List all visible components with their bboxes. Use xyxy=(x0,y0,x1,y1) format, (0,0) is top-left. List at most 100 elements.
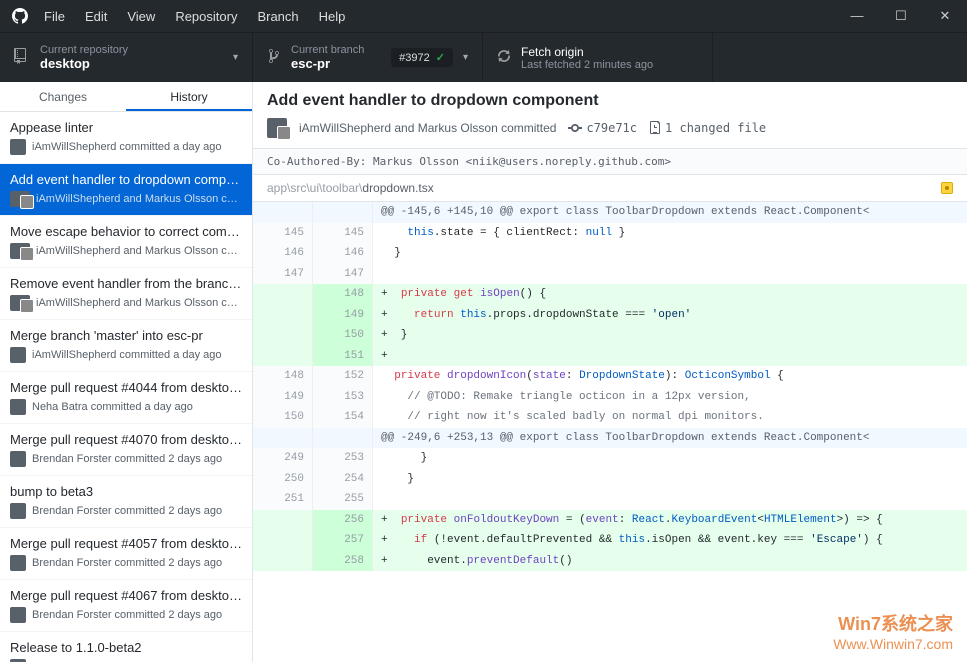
commit-item[interactable]: Merge pull request #4067 from desktop/… B… xyxy=(0,580,252,632)
avatar-icon xyxy=(10,139,26,155)
menu-item-branch[interactable]: Branch xyxy=(257,9,298,24)
diff-code: @@ -145,6 +145,10 @@ export class Toolba… xyxy=(373,202,967,223)
menu-item-view[interactable]: View xyxy=(127,9,155,24)
commit-item-title: Remove event handler from the branches… xyxy=(10,276,242,291)
commit-item[interactable]: Merge pull request #4044 from desktop/…N… xyxy=(0,372,252,424)
diff-code: @@ -249,6 +253,13 @@ export class Toolba… xyxy=(373,428,967,449)
commit-item[interactable]: bump to beta3Brendan Forster committed 2… xyxy=(0,476,252,528)
commit-item-byline: Brendan Forster committed 2 days ago xyxy=(32,609,222,621)
commit-item-title: Merge pull request #4057 from desktop/… xyxy=(10,536,242,551)
repo-selector[interactable]: Current repository desktop ▾ xyxy=(0,33,253,82)
gutter-old: 250 xyxy=(253,469,313,490)
tab-history[interactable]: History xyxy=(126,82,252,111)
diff-line: 258+ event.preventDefault() xyxy=(253,551,967,572)
gutter-new xyxy=(313,202,373,223)
gutter-old xyxy=(253,284,313,305)
commit-list[interactable]: Appease linter iAmWillShepherd committed … xyxy=(0,112,252,662)
avatar-icon xyxy=(10,607,26,623)
diff-line: 251255 xyxy=(253,489,967,510)
gutter-old: 150 xyxy=(253,407,313,428)
pr-number: #3972 xyxy=(399,52,430,64)
diff-line: 149+ return this.props.dropdownState ===… xyxy=(253,305,967,326)
avatar-icon xyxy=(10,399,26,415)
check-icon: ✓ xyxy=(436,51,445,64)
gutter-new: 152 xyxy=(313,366,373,387)
avatar-icon xyxy=(267,118,287,138)
commit-item-title: Appease linter xyxy=(10,120,242,135)
gutter-new: 148 xyxy=(313,284,373,305)
commit-item-byline: iAmWillShepherd committed a day ago xyxy=(32,141,222,153)
commit-item-title: Release to 1.1.0-beta2 xyxy=(10,640,242,655)
diff-code: } xyxy=(373,448,967,469)
titlebar: File Edit View Repository Branch Help — ☐ ✕ xyxy=(0,0,967,32)
diff-code: + if (!event.defaultPrevented && this.is… xyxy=(373,530,967,551)
gutter-old: 148 xyxy=(253,366,313,387)
pr-status-badge[interactable]: #3972 ✓ xyxy=(391,48,453,67)
commit-sha[interactable]: c79e71c xyxy=(568,120,637,136)
diff-line: 146146 } xyxy=(253,243,967,264)
menu-item-repository[interactable]: Repository xyxy=(175,9,237,24)
commit-item[interactable]: Add event handler to dropdown compon… iAm… xyxy=(0,164,252,216)
diff-code xyxy=(373,264,967,285)
diff-line: 249253 } xyxy=(253,448,967,469)
commit-item-byline: Brendan Forster committed 2 days ago xyxy=(32,453,222,465)
commit-item-byline: iAmWillShepherd and Markus Olsson co… xyxy=(36,193,242,205)
detail-header: Add event handler to dropdown component … xyxy=(253,82,967,149)
commit-item-title: Add event handler to dropdown compon… xyxy=(10,172,242,187)
fetch-button[interactable]: Fetch origin Last fetched 2 minutes ago xyxy=(483,33,713,82)
file-row[interactable]: app\src\ui\toolbar\dropdown.tsx xyxy=(253,175,967,202)
fetch-value: Last fetched 2 minutes ago xyxy=(521,59,698,71)
gutter-old: 149 xyxy=(253,387,313,408)
commit-item[interactable]: Merge pull request #4057 from desktop/…B… xyxy=(0,528,252,580)
diff-line: 256+ private onFoldoutKeyDown = (event: … xyxy=(253,510,967,531)
gutter-old xyxy=(253,551,313,572)
changed-files[interactable]: 1 changed file xyxy=(649,120,766,136)
window-close-button[interactable]: ✕ xyxy=(935,8,955,24)
diff-code: + private onFoldoutKeyDown = (event: Rea… xyxy=(373,510,967,531)
diff-line: 147147 xyxy=(253,264,967,285)
diff-code: } xyxy=(373,469,967,490)
commit-item[interactable]: Release to 1.1.0-beta2Neha Batra committ… xyxy=(0,632,252,662)
window-controls: — ☐ ✕ xyxy=(847,8,955,24)
diff-code: // right now it's scaled badly on normal… xyxy=(373,407,967,428)
tab-changes[interactable]: Changes xyxy=(0,82,126,111)
avatar-icon xyxy=(10,451,26,467)
avatar-icon xyxy=(10,243,30,259)
commit-item-title: Merge pull request #4044 from desktop/… xyxy=(10,380,242,395)
avatar-icon xyxy=(10,503,26,519)
gutter-new: 154 xyxy=(313,407,373,428)
gutter-old: 147 xyxy=(253,264,313,285)
diff-line: 150+ } xyxy=(253,325,967,346)
gutter-new: 253 xyxy=(313,448,373,469)
diff-code: + return this.props.dropdownState === 'o… xyxy=(373,305,967,326)
commit-item[interactable]: Remove event handler from the branches…i… xyxy=(0,268,252,320)
gutter-old xyxy=(253,346,313,367)
commit-item[interactable]: Move escape behavior to correct compo…iA… xyxy=(0,216,252,268)
commit-item-byline: iAmWillShepherd and Markus Olsson co… xyxy=(36,245,242,257)
repo-icon xyxy=(14,48,30,67)
changed-text: 1 changed file xyxy=(665,121,766,135)
gutter-new: 153 xyxy=(313,387,373,408)
diff-line: 250254 } xyxy=(253,469,967,490)
commit-item-byline: Brendan Forster committed 2 days ago xyxy=(32,505,222,517)
window-minimize-button[interactable]: — xyxy=(847,8,867,24)
diff-view[interactable]: @@ -145,6 +145,10 @@ export class Toolba… xyxy=(253,202,967,662)
chevron-down-icon: ▾ xyxy=(463,52,468,63)
commit-item-title: Merge pull request #4067 from desktop/… xyxy=(10,588,242,603)
window-maximize-button[interactable]: ☐ xyxy=(891,8,911,24)
file-path: app\src\ui\toolbar\dropdown.tsx xyxy=(267,181,933,195)
gutter-new: 147 xyxy=(313,264,373,285)
commit-item[interactable]: Appease linter iAmWillShepherd committed … xyxy=(0,112,252,164)
menu-item-file[interactable]: File xyxy=(44,9,65,24)
branch-selector[interactable]: Current branch esc-pr #3972 ✓ ▾ xyxy=(253,33,483,82)
diff-code: } xyxy=(373,243,967,264)
commit-item[interactable]: Merge branch 'master' into esc-priAmWill… xyxy=(0,320,252,372)
chevron-down-icon: ▾ xyxy=(233,52,238,63)
menu-bar: File Edit View Repository Branch Help xyxy=(44,9,847,24)
repo-label: Current repository xyxy=(40,44,223,56)
menu-item-help[interactable]: Help xyxy=(319,9,346,24)
diff-code: + xyxy=(373,346,967,367)
commit-item[interactable]: Merge pull request #4070 from desktop/…B… xyxy=(0,424,252,476)
gutter-new xyxy=(313,428,373,449)
menu-item-edit[interactable]: Edit xyxy=(85,9,107,24)
